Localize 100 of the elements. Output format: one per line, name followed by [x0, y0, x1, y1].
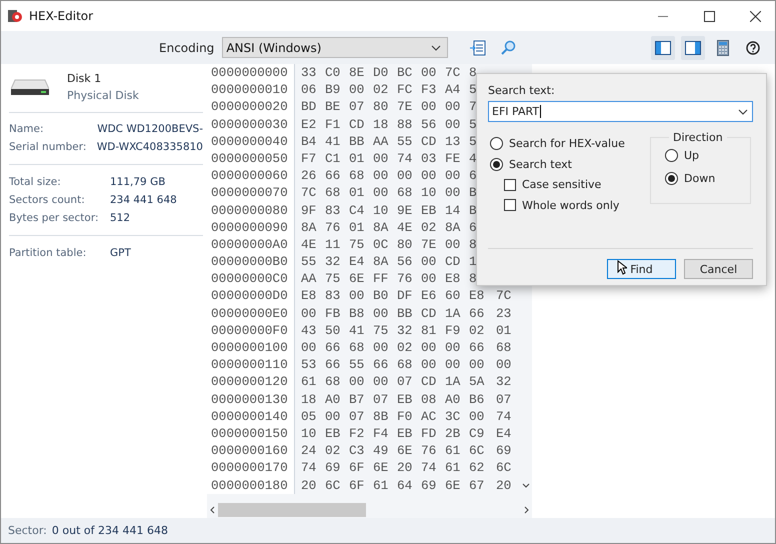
chevron-down-icon[interactable] [738, 108, 748, 114]
hex-byte: 56 [421, 116, 438, 133]
hex-byte: 00 [373, 150, 390, 168]
hex-byte: 07 [373, 390, 390, 408]
hex-byte: 00 [421, 64, 438, 82]
hex-byte: 01 [349, 184, 366, 202]
hex-byte: BD [301, 98, 318, 116]
close-icon[interactable] [750, 10, 760, 22]
hex-byte: 69 [421, 476, 438, 494]
hex-byte: 07 [397, 373, 414, 391]
scrollbar-thumb[interactable] [218, 503, 366, 517]
hex-byte: 9F [301, 202, 318, 219]
property-label: Serial number: [9, 141, 88, 153]
hex-byte: 76 [421, 442, 438, 460]
hex-byte: 80 [397, 236, 414, 254]
checkbox-option[interactable]: Whole words only [488, 198, 650, 212]
hex-byte: FD [421, 424, 438, 442]
hex-byte: 8 [469, 236, 478, 254]
hex-byte: 7C [496, 287, 512, 305]
chevron-down-icon[interactable] [431, 44, 442, 50]
hex-byte: AA [301, 270, 318, 288]
hex-byte: B9 [325, 81, 342, 98]
scroll-down-icon[interactable] [522, 483, 530, 488]
offset-cell: 0000000090 [207, 218, 295, 236]
left-panel-icon[interactable] [651, 36, 675, 60]
hex-byte: 01 [496, 322, 512, 339]
hex-byte: 00 [349, 287, 366, 305]
offset-cell: 0000000150 [207, 424, 295, 442]
hex-byte: 20 [301, 476, 318, 494]
hex-byte: 03 [421, 150, 438, 168]
radio-option[interactable]: Up [663, 148, 750, 163]
offset-cell: 0000000050 [207, 150, 295, 168]
hex-byte: 68 [349, 339, 366, 356]
hex-byte: B7 [349, 390, 366, 408]
radio-option[interactable]: Down [663, 171, 750, 186]
hex-byte: 02 [397, 339, 414, 356]
hex-byte: 55 [301, 253, 318, 270]
scroll-left-icon[interactable] [210, 506, 215, 514]
hex-byte: 5A [469, 373, 486, 391]
hex-byte: 5 [469, 116, 478, 133]
hex-byte: 6 [469, 218, 478, 236]
hex-byte: 6 [469, 167, 478, 184]
dialog-button[interactable]: Cancel [684, 259, 753, 279]
hex-byte: 80 [373, 98, 390, 116]
hex-byte: 68 [397, 184, 414, 202]
hex-byte: 07 [496, 390, 512, 408]
radio-option[interactable]: Search for HEX-value [488, 137, 650, 150]
direction-title: Direction [672, 131, 724, 144]
hex-byte: CD [349, 116, 366, 133]
hex-byte: 5 [469, 132, 478, 150]
hex-byte: 00 [373, 184, 390, 202]
hex-byte: 00 [445, 167, 462, 184]
hex-byte: 0C [373, 236, 390, 254]
right-panel-icon[interactable] [681, 36, 705, 60]
hex-byte: 55 [349, 356, 366, 374]
hex-byte: F4 [373, 424, 390, 442]
radio-option[interactable]: Search text [488, 158, 650, 171]
hex-byte: 43 [301, 322, 318, 339]
encoding-dropdown[interactable]: ANSI (Windows) [222, 37, 448, 58]
hex-byte: C3 [349, 442, 366, 460]
scroll-right-icon[interactable] [524, 506, 529, 514]
mouse-cursor-icon [617, 260, 627, 275]
hex-byte: 1A [445, 304, 462, 322]
search-text-field[interactable]: EFI PART [488, 101, 753, 122]
hex-byte: 00 [445, 184, 462, 202]
hex-byte: 01 [349, 150, 366, 168]
property-value: 111,79 GB [110, 176, 166, 188]
dialog-button[interactable]: Find [607, 259, 676, 279]
hex-byte: F9 [445, 322, 462, 339]
hex-byte: EB [421, 202, 438, 219]
hex-byte: 3C [445, 408, 462, 425]
property-label: Total size: [9, 176, 62, 188]
hex-byte: 50 [325, 322, 342, 339]
hex-byte: B [469, 184, 478, 202]
status-label: Sector: [8, 524, 47, 537]
hex-byte: B [469, 202, 478, 219]
offset-cell: 00000000A0 [207, 236, 295, 254]
hex-byte: CD [421, 304, 438, 322]
checkbox-option[interactable]: Case sensitive [488, 178, 650, 192]
hex-byte: C9 [469, 424, 486, 442]
hex-byte: 00 [421, 356, 438, 374]
hex-byte: 6C [496, 459, 512, 476]
offset-cell: 0000000070 [207, 184, 295, 202]
offset-cell: 0000000020 [207, 98, 295, 116]
hex-byte: 00 [301, 304, 318, 322]
maximize-icon[interactable] [704, 10, 714, 22]
hex-byte: 23 [496, 304, 512, 322]
hex-byte: 33 [301, 64, 318, 82]
hex-byte: B4 [301, 132, 318, 150]
hex-byte: 00 [349, 373, 366, 391]
hex-byte: 00 [445, 356, 462, 374]
hex-byte: 08 [421, 390, 438, 408]
hex-byte: BB [397, 304, 414, 322]
hex-byte: 6C [325, 476, 342, 494]
hex-byte: 69 [325, 459, 342, 476]
hex-byte: 00 [301, 339, 318, 356]
hex-byte: 00 [397, 167, 414, 184]
hex-byte: 10 [373, 202, 390, 219]
hex-byte: BE [325, 98, 342, 116]
property-label: Name: [9, 123, 45, 135]
